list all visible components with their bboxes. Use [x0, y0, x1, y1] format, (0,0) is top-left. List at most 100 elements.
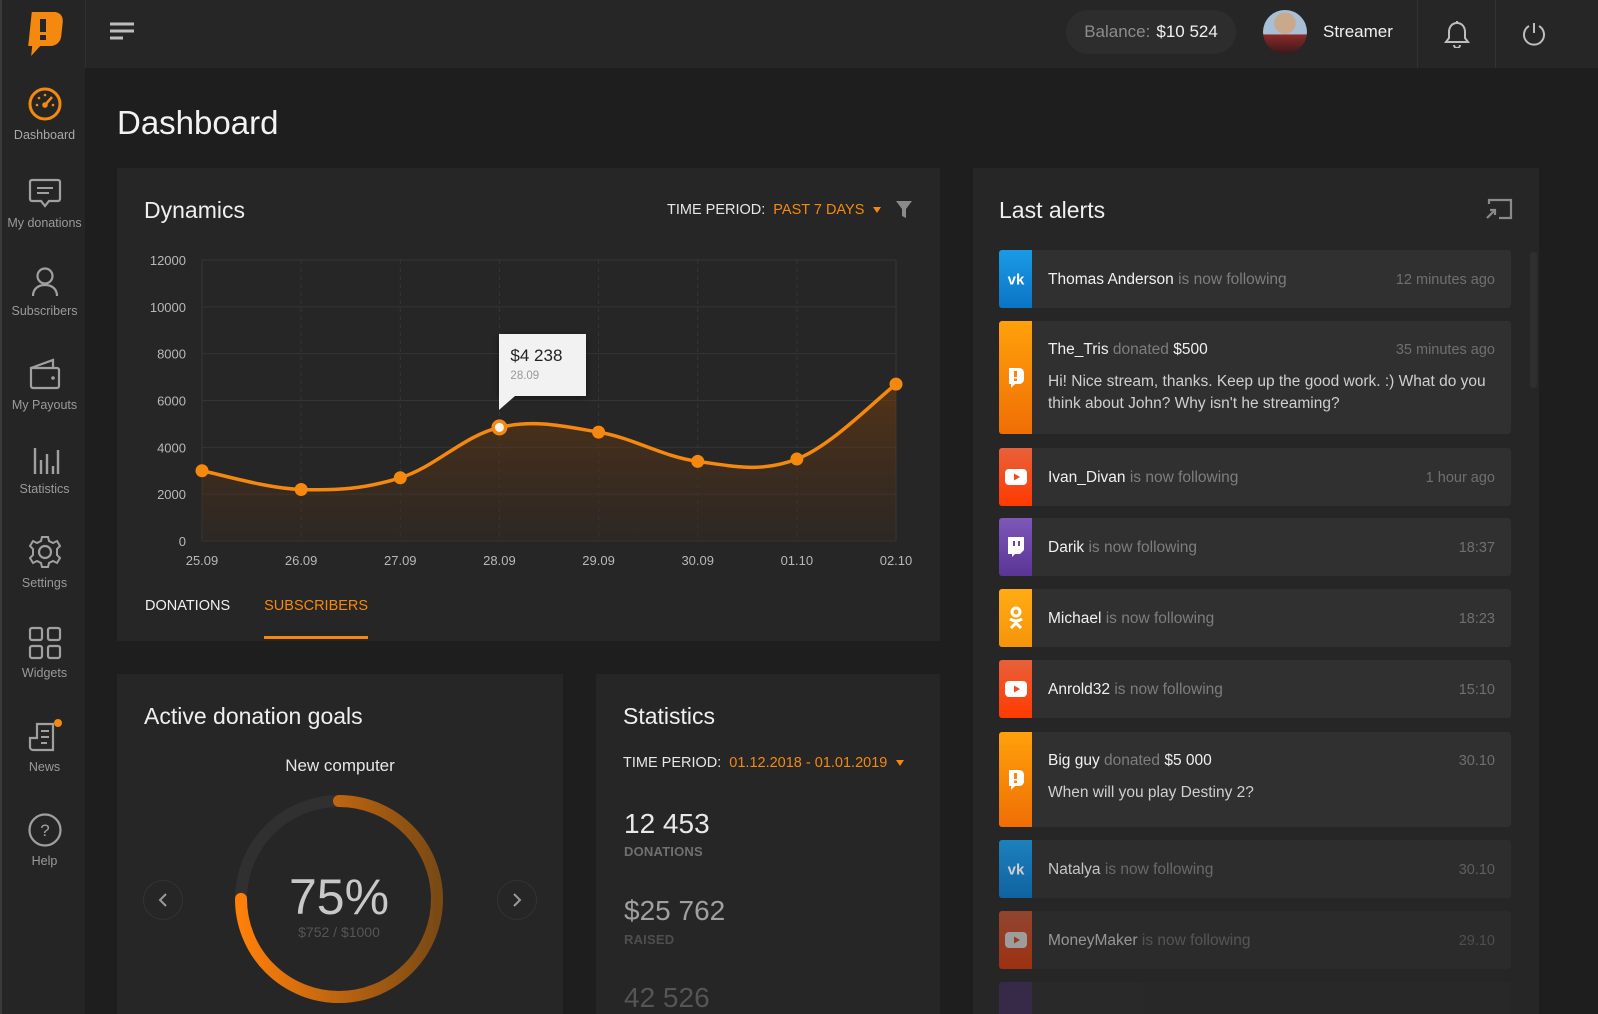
- menu-toggle-button[interactable]: [108, 20, 138, 48]
- platform-badge: vk: [999, 250, 1032, 308]
- sidebar-item-my-donations[interactable]: My donations: [2, 178, 87, 230]
- alert-username: The_Tris: [1048, 341, 1109, 358]
- youtube-icon: [1004, 932, 1027, 948]
- previous-goal-button[interactable]: [143, 880, 183, 920]
- gauge-icon: [28, 87, 61, 121]
- user-menu[interactable]: Streamer: [1263, 10, 1393, 54]
- alert-item[interactable]: MoneyMaker is now following 29.10: [999, 911, 1511, 969]
- alert-action: is now following: [1088, 539, 1198, 556]
- alert-item[interactable]: Big guy donated $5 000 30.10 When will you…: [999, 732, 1511, 827]
- balance-label: Balance:: [1084, 22, 1151, 41]
- svg-text:vk: vk: [1007, 862, 1024, 876]
- alert-username: Thomas Anderson: [1048, 271, 1174, 288]
- y-tick-label: 10000: [150, 300, 186, 315]
- sidebar-item-settings[interactable]: Settings: [2, 534, 87, 590]
- statistics-card: Statistics TIME PERIOD: 01.12.2018 - 01.…: [596, 674, 940, 1014]
- logout-button[interactable]: [1518, 18, 1550, 50]
- sidebar-item-help[interactable]: ? Help: [2, 812, 87, 868]
- y-tick-label: 0: [179, 534, 186, 549]
- platform-badge: [999, 589, 1032, 647]
- y-tick-label: 8000: [157, 347, 186, 362]
- chevron-left-icon: [158, 893, 167, 907]
- alert-action: is now following: [1105, 610, 1215, 627]
- alert-amount: $5 000: [1164, 752, 1212, 769]
- stat-raised-value: $25 762: [624, 895, 726, 926]
- y-tick-label: 4000: [157, 440, 186, 455]
- alert-item[interactable]: Darik is now following 18:37: [999, 518, 1511, 576]
- donationalerts-logo-icon: [27, 12, 63, 56]
- alert-amount: $500: [1173, 341, 1208, 358]
- alert-text: Ivan_Divan is now following: [1048, 469, 1238, 487]
- alert-username: Ivan_Divan: [1048, 469, 1126, 486]
- alert-item[interactable]: vk Natalya is now following 30.10: [999, 840, 1511, 898]
- tooltip-date: 28.09: [510, 370, 540, 383]
- alert-time: 35 minutes ago: [1395, 342, 1495, 358]
- alert-text: Big guy donated $5 000: [1048, 752, 1212, 770]
- chart-tooltip: $4 238 28.09: [499, 334, 587, 411]
- stat-third-value: 42 526: [624, 982, 710, 1013]
- platform-badge: [999, 660, 1032, 718]
- sidebar-item-label: My Payouts: [11, 398, 78, 412]
- alert-item[interactable]: The_Tris donated $500 35 minutes ago Hi! N…: [999, 321, 1511, 434]
- data-point: [393, 471, 407, 485]
- cast-button[interactable]: [1485, 198, 1513, 225]
- vk-icon: vk: [1006, 272, 1026, 286]
- statistics-time-period: TIME PERIOD: 01.12.2018 - 01.01.2019: [623, 755, 905, 771]
- sidebar-item-label: Widgets: [21, 666, 68, 680]
- sidebar-item-news[interactable]: News: [2, 718, 87, 774]
- hamburger-icon: [110, 22, 134, 40]
- next-goal-button[interactable]: [497, 880, 537, 920]
- donationalerts-icon: [1006, 769, 1026, 791]
- sidebar-item-subscribers[interactable]: Subscribers: [2, 266, 87, 318]
- user-icon: [31, 267, 58, 297]
- sidebar-item-label: News: [28, 760, 61, 774]
- sidebar-item-dashboard[interactable]: Dashboard: [2, 86, 87, 142]
- vk-icon: vk: [1006, 862, 1026, 876]
- odnoklassniki-icon: [1008, 606, 1024, 630]
- sidebar-item-my-payouts[interactable]: My Payouts: [2, 356, 87, 412]
- goal-amount: $752 / $1000: [298, 924, 380, 940]
- power-icon: [1523, 23, 1545, 46]
- logo[interactable]: [2, 0, 85, 68]
- x-tick-label: 27.09: [384, 553, 417, 568]
- alert-text: The_Tris donated $500: [1048, 341, 1208, 359]
- stat-donations-value: 12 453: [624, 808, 710, 839]
- platform-badge: [999, 448, 1032, 506]
- last-alerts-panel: Last alerts vk Thomas Anderson is now fol…: [973, 168, 1539, 1014]
- data-point: [592, 425, 606, 439]
- youtube-icon: [1004, 681, 1027, 697]
- dynamics-tabs: DONATIONS SUBSCRIBERS: [145, 598, 402, 639]
- topbar: Balance: $10 524 Streamer: [85, 0, 1598, 68]
- alert-item[interactable]: Anrold32 is now following 15:10: [999, 660, 1511, 718]
- sidebar-item-label: My donations: [7, 216, 82, 230]
- alert-action: is now following: [1114, 681, 1223, 698]
- data-point: [294, 482, 308, 496]
- caret-down-icon[interactable]: [896, 760, 905, 766]
- sidebar-item-statistics[interactable]: Statistics: [2, 446, 87, 496]
- x-tick-label: 29.09: [582, 553, 615, 568]
- time-period-dropdown[interactable]: 01.12.2018 - 01.01.2019: [729, 755, 887, 771]
- donation-goals-card: Active donation goals New computer 75% $…: [117, 674, 563, 1014]
- avatar[interactable]: [1263, 10, 1307, 54]
- alert-item[interactable]: vk Thomas Anderson is now following 12 mi…: [999, 250, 1511, 308]
- chevron-right-icon: [513, 893, 522, 907]
- tab-subscribers[interactable]: SUBSCRIBERS: [264, 598, 369, 639]
- statistics-title: Statistics: [623, 703, 716, 729]
- bar-chart-icon: [33, 448, 59, 474]
- alert-time: 15:10: [1458, 682, 1495, 698]
- user-name: Streamer: [1323, 22, 1393, 41]
- notifications-button[interactable]: [1441, 18, 1473, 50]
- alert-action: donated: [1112, 341, 1169, 358]
- sidebar-item-widgets[interactable]: Widgets: [2, 626, 87, 680]
- alert-action: is now following: [1178, 271, 1287, 288]
- sidebar-item-label: Settings: [21, 576, 68, 590]
- alert-item[interactable]: Michael is now following 18:23: [999, 589, 1511, 647]
- alerts-scrollbar[interactable]: [1530, 252, 1537, 388]
- platform-badge: [999, 911, 1032, 969]
- time-period-label: TIME PERIOD:: [623, 755, 722, 771]
- sidebar-item-label: Subscribers: [11, 304, 78, 318]
- x-tick-label: 25.09: [186, 553, 219, 568]
- alert-item[interactable]: Ivan_Divan is now following 1 hour ago: [999, 448, 1511, 506]
- alert-time: 30.10: [1458, 862, 1495, 878]
- tab-donations[interactable]: DONATIONS: [145, 598, 230, 639]
